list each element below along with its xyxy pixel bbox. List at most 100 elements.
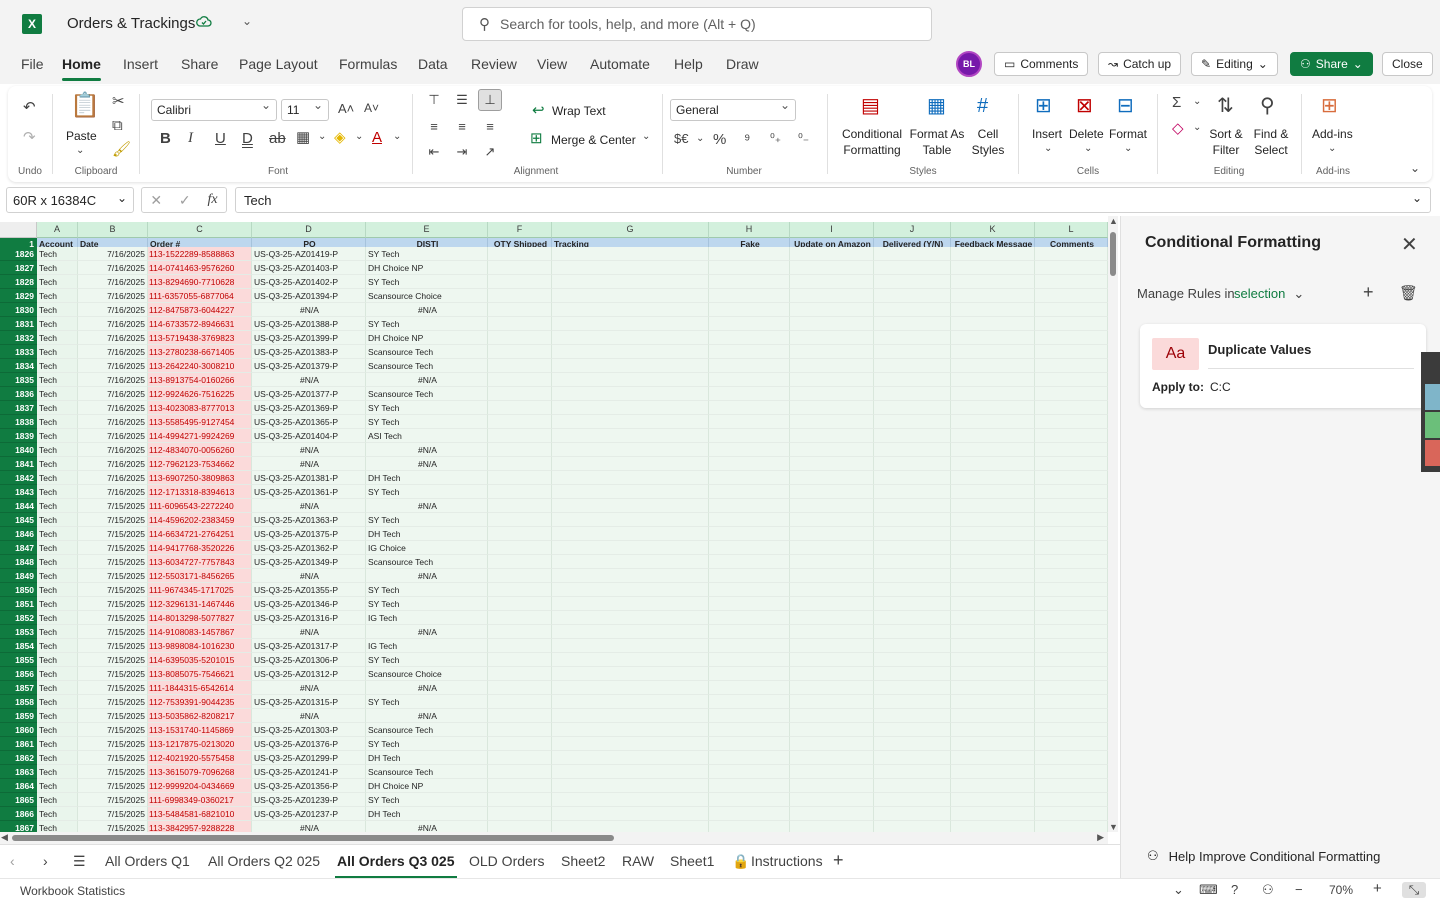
table-cell[interactable] [709, 485, 790, 499]
table-cell[interactable] [552, 457, 709, 471]
table-cell[interactable] [488, 807, 552, 821]
table-cell[interactable]: Scansource Tech [366, 345, 488, 359]
column-header-j[interactable]: J [874, 222, 951, 238]
side-rail-tab[interactable] [1425, 384, 1440, 410]
table-cell[interactable]: SY Tech [366, 513, 488, 527]
table-cell[interactable]: Tech [37, 779, 78, 793]
table-cell[interactable]: US-Q3-25-AZ01403-P [252, 261, 366, 275]
name-box[interactable]: 60R x 16384C ⌄ [6, 187, 134, 213]
table-cell[interactable] [951, 737, 1035, 751]
table-cell[interactable]: US-Q3-25-AZ01349-P [252, 555, 366, 569]
table-cell[interactable] [552, 471, 709, 485]
table-cell[interactable] [951, 513, 1035, 527]
table-cell[interactable] [1035, 681, 1108, 695]
table-cell[interactable] [488, 387, 552, 401]
sheet-tab-raw[interactable]: RAW [622, 853, 654, 869]
table-cell[interactable] [488, 765, 552, 779]
table-cell[interactable] [790, 709, 874, 723]
table-cell[interactable] [1035, 751, 1108, 765]
row-header[interactable]: 1838 [0, 415, 37, 429]
table-cell[interactable] [709, 331, 790, 345]
table-cell[interactable] [790, 401, 874, 415]
table-cell[interactable]: #N/A [366, 681, 488, 695]
row-header[interactable]: 1837 [0, 401, 37, 415]
menu-file[interactable]: File [21, 56, 44, 72]
undo-icon[interactable]: ↶ [23, 100, 36, 115]
table-cell[interactable] [488, 317, 552, 331]
insert-function-icon[interactable]: fx [207, 192, 217, 208]
table-cell[interactable] [790, 499, 874, 513]
table-cell[interactable]: 111-6998349-0360217 [148, 793, 252, 807]
table-cell[interactable] [790, 653, 874, 667]
table-cell[interactable] [488, 583, 552, 597]
table-cell[interactable]: 113-5035862-8208217 [148, 709, 252, 723]
table-cell[interactable] [790, 415, 874, 429]
manage-rules-scope-select[interactable]: selection ⌄ [1234, 286, 1304, 302]
table-cell[interactable] [488, 639, 552, 653]
row-header[interactable]: 1856 [0, 667, 37, 681]
row-header[interactable]: 1848 [0, 555, 37, 569]
table-cell[interactable] [951, 793, 1035, 807]
table-cell[interactable] [951, 485, 1035, 499]
table-cell[interactable] [951, 653, 1035, 667]
table-cell[interactable] [874, 779, 951, 793]
table-cell[interactable] [874, 247, 951, 261]
table-cell[interactable] [488, 303, 552, 317]
table-cell[interactable] [874, 317, 951, 331]
table-cell[interactable] [488, 401, 552, 415]
table-cell[interactable] [488, 345, 552, 359]
row-header[interactable]: 1862 [0, 751, 37, 765]
find-select-icon[interactable]: ⚲ [1260, 96, 1275, 116]
decrease-font-icon[interactable]: A˅ [364, 102, 379, 114]
table-cell[interactable] [552, 765, 709, 779]
strikethrough-icon[interactable]: ab [269, 131, 286, 146]
table-cell[interactable] [790, 261, 874, 275]
row-header[interactable]: 1861 [0, 737, 37, 751]
table-cell[interactable] [552, 331, 709, 345]
table-cell[interactable] [488, 541, 552, 555]
table-cell[interactable] [1035, 653, 1108, 667]
table-cell[interactable] [488, 429, 552, 443]
table-cell[interactable] [709, 583, 790, 597]
table-cell[interactable] [874, 275, 951, 289]
table-cell[interactable]: #N/A [366, 443, 488, 457]
clear-icon[interactable]: ◇ [1172, 121, 1184, 136]
table-cell[interactable]: 7/16/2025 [78, 317, 148, 331]
table-cell[interactable] [552, 401, 709, 415]
table-cell[interactable]: US-Q3-25-AZ01399-P [252, 331, 366, 345]
table-cell[interactable] [488, 569, 552, 583]
table-cell[interactable] [488, 709, 552, 723]
table-cell[interactable]: 7/16/2025 [78, 359, 148, 373]
table-cell[interactable] [488, 611, 552, 625]
table-cell[interactable] [552, 779, 709, 793]
table-cell[interactable]: SY Tech [366, 653, 488, 667]
align-center-icon[interactable]: ≡ [450, 115, 474, 137]
table-cell[interactable] [488, 667, 552, 681]
table-cell[interactable] [552, 303, 709, 317]
merge-center-icon[interactable]: ⊞ [530, 131, 543, 146]
row-header[interactable]: 1836 [0, 387, 37, 401]
table-cell[interactable] [488, 597, 552, 611]
table-cell[interactable]: SY Tech [366, 597, 488, 611]
table-cell[interactable] [1035, 261, 1108, 275]
align-bottom-icon[interactable]: ⊥ [478, 89, 502, 111]
table-cell[interactable] [874, 597, 951, 611]
menu-view[interactable]: View [537, 56, 567, 72]
table-cell[interactable]: US-Q3-25-AZ01316-P [252, 611, 366, 625]
row-header[interactable]: 1854 [0, 639, 37, 653]
table-cell[interactable]: 113-1531740-1145869 [148, 723, 252, 737]
paste-button[interactable]: Paste [66, 128, 97, 144]
table-cell[interactable]: 7/15/2025 [78, 527, 148, 541]
table-cell[interactable] [874, 513, 951, 527]
increase-font-icon[interactable]: A˄ [338, 102, 354, 115]
table-cell[interactable] [951, 373, 1035, 387]
table-cell[interactable]: 7/15/2025 [78, 639, 148, 653]
fill-color-icon[interactable]: ◈ [334, 130, 346, 145]
table-cell[interactable]: #N/A [366, 373, 488, 387]
redo-icon[interactable]: ↷ [23, 130, 36, 145]
table-cell[interactable] [874, 415, 951, 429]
table-cell[interactable]: 113-8294690-7710628 [148, 275, 252, 289]
table-cell[interactable]: DH Choice NP [366, 331, 488, 345]
table-cell[interactable] [1035, 289, 1108, 303]
table-cell[interactable] [790, 247, 874, 261]
